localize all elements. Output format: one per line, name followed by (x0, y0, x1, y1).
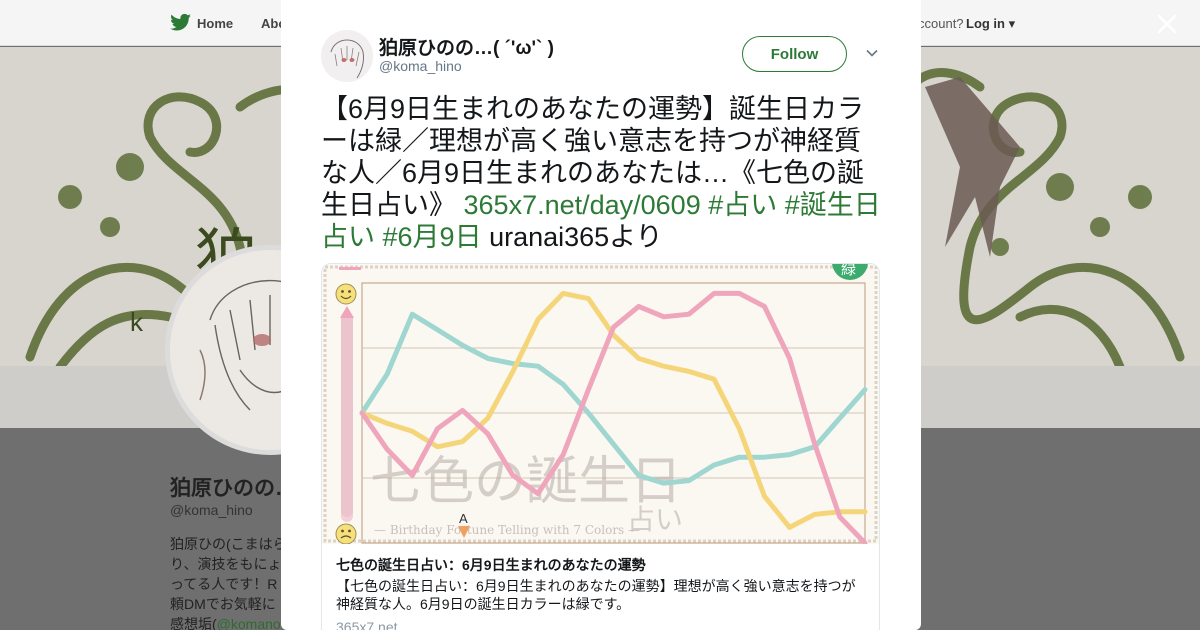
sad-face-icon (335, 523, 357, 545)
login-label: Log in (966, 16, 1005, 31)
login-link[interactable]: Log in ▾ (966, 16, 1015, 32)
tweet-link[interactable]: 365x7.net/day/0609 (464, 190, 701, 220)
tweet-modal: 狛原ひのの…( ´'ω'` ) @koma_hino Follow 【6月9日生… (281, 0, 921, 630)
chevron-down-icon[interactable] (865, 46, 879, 60)
bio-line: 狛原ひの(こまはら (170, 536, 282, 552)
bio-line: 頼DMでお気軽に (170, 596, 276, 612)
marker-label: A (459, 511, 468, 526)
profile-bio: 狛原ひの(こまはら り、演技をもにょ ってる人です！R 頼DMでお気軽に 感想垢… (170, 534, 282, 630)
account-prompt-text: ccount? (918, 16, 964, 31)
tweet-text-suffix: uranai365より (481, 222, 663, 252)
profile-handle: @koma_hino (170, 502, 253, 518)
author-handle[interactable]: @koma_hino (379, 58, 462, 74)
twitter-bird-icon[interactable] (170, 13, 192, 33)
profile-name: 狛原ひのの… (170, 477, 296, 500)
tweet-text: 【6月9日生まれのあなたの運勢】誕生日カラーは緑／理想が高く強い意志を持つが神経… (321, 93, 883, 253)
nav-home-link[interactable]: Home (197, 16, 233, 31)
color-badge-label: 緑 (841, 264, 856, 278)
bio-last-prefix: 感想垢( (170, 616, 217, 630)
close-icon[interactable] (1156, 13, 1178, 35)
link-preview-card[interactable]: 七色の誕生日 占い — Birthday Fortune Telling wit… (321, 263, 880, 630)
author-name[interactable]: 狛原ひのの…( ´'ω'` ) (379, 33, 554, 60)
hashtag-link[interactable]: #6月9日 (383, 222, 482, 252)
hashtag-link[interactable]: #占い (708, 190, 777, 220)
author-avatar-illustration (321, 30, 373, 82)
bio-mention-link[interactable]: @komano (217, 616, 281, 630)
banner-letter: k (130, 307, 143, 337)
card-domain[interactable]: 365x7.net (336, 619, 398, 630)
card-image: 七色の誕生日 占い — Birthday Fortune Telling wit… (322, 264, 879, 546)
card-title[interactable]: 七色の誕生日占い：6月9日生まれのあなたの運勢 (336, 555, 646, 575)
card-image-tagline: — Birthday Fortune Telling with 7 Colors… (374, 523, 640, 537)
follow-button[interactable]: Follow (742, 36, 847, 72)
author-avatar[interactable] (321, 30, 373, 82)
bio-line: ってる人です！R (170, 576, 278, 592)
card-description: 【七色の誕生日占い：6月9日生まれのあなたの運勢】理想が高く強い意志を持つが神経… (336, 578, 856, 612)
happy-face-icon (335, 283, 357, 305)
bio-line: り、演技をもにょ (170, 556, 282, 572)
bio-line: 感想垢(@komano (170, 614, 282, 630)
fortune-chart: 七色の誕生日 占い — Birthday Fortune Telling wit… (323, 264, 878, 546)
